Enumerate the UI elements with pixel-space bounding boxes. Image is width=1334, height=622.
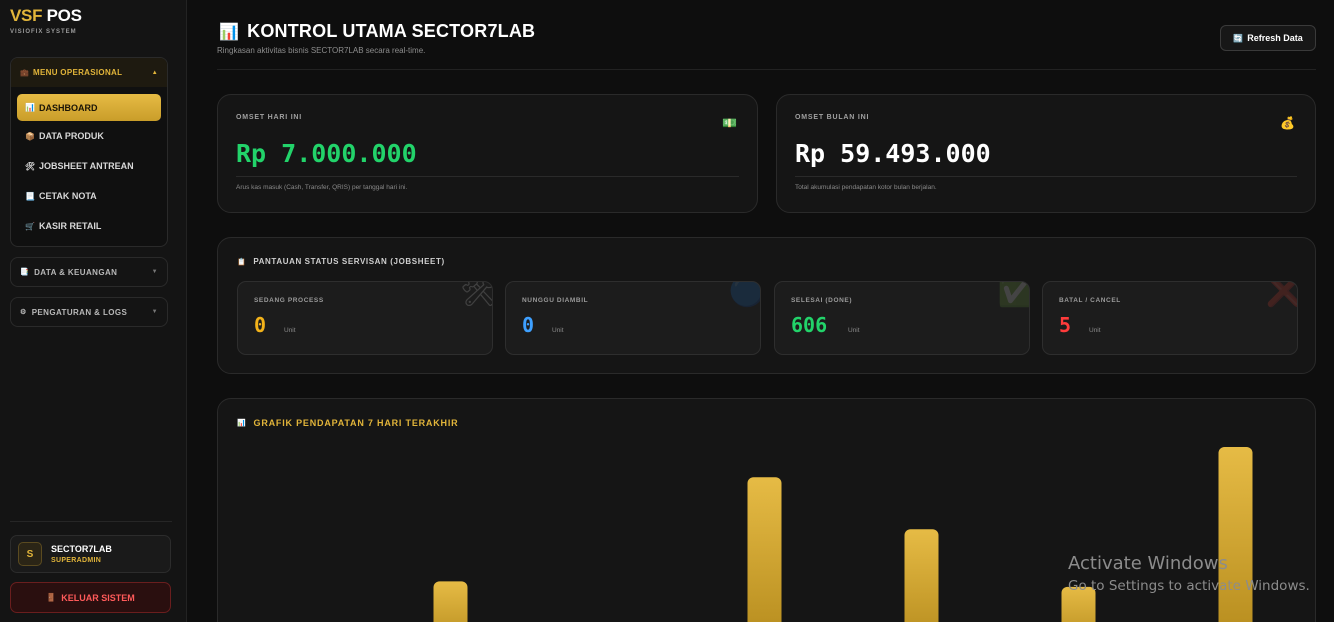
omset-bulan-label: OMSET BULAN INI [795, 114, 870, 121]
check-icon: ✅ [998, 282, 1029, 309]
omset-hari-value: Rp 7.000.000 [236, 139, 417, 168]
sidebar-item-dashboard[interactable]: 📊 DASHBOARD [17, 94, 161, 121]
money-icon: 💵 [722, 116, 737, 130]
sidebar-item-label: JOBSHEET ANTREAN [39, 161, 134, 171]
menu-operasional-group: 💼 MENU OPERASIONAL ▲ 📊 DASHBOARD 📦 DATA … [10, 57, 168, 247]
divider [236, 176, 739, 177]
status-batal[interactable]: ❌ BATAL / CANCEL 5 Unit [1042, 281, 1298, 355]
omset-hari-note: Arus kas masuk (Cash, Transfer, QRIS) pe… [236, 184, 408, 191]
status-value: 606 [791, 313, 828, 337]
brand-title-rest: POS [46, 6, 82, 25]
menu-operasional-label: MENU OPERASIONAL [33, 68, 123, 77]
avatar: S [18, 542, 42, 566]
omset-bulan-card: OMSET BULAN INI 💰 Rp 59.493.000 Total ak… [776, 94, 1316, 213]
user-card: S SECTOR7LAB SUPERADMIN [10, 535, 171, 573]
activate-windows-subtitle: Go to Settings to activate Windows. [1068, 578, 1310, 594]
sidebar-item-data-produk[interactable]: 📦 DATA PRODUK [11, 121, 167, 151]
user-role: SUPERADMIN [51, 557, 102, 564]
sidebar-item-jobsheet-antrean[interactable]: 🛠 JOBSHEET ANTREAN [11, 151, 167, 181]
sidebar-item-label: DASHBOARD [39, 102, 98, 113]
refresh-label: Refresh Data [1247, 33, 1303, 43]
sidebar-item-kasir-retail[interactable]: 🛒 KASIR RETAIL [11, 211, 167, 241]
menu-data-keuangan-label: DATA & KEUANGAN [34, 267, 118, 277]
status-sedang-process[interactable]: 🛠 SEDANG PROCESS 0 Unit [237, 281, 493, 355]
chart-bar [433, 581, 468, 622]
status-label: NUNGGU DIAMBIL [522, 297, 589, 304]
chevron-down-icon: ▼ [151, 269, 158, 275]
omset-hari-card: OMSET HARI INI 💵 Rp 7.000.000 Arus kas m… [217, 94, 758, 213]
status-label: BATAL / CANCEL [1059, 297, 1121, 304]
box-icon: 📦 [25, 131, 35, 141]
status-unit: Unit [552, 327, 564, 334]
tools-icon: 🛠 [460, 282, 492, 309]
user-name: SECTOR7LAB [51, 544, 112, 554]
status-jobsheet-card: 📋 PANTAUAN STATUS SERVISAN (JOBSHEET) 🛠 … [217, 237, 1316, 374]
logout-button[interactable]: 🚪 KELUAR SISTEM [10, 582, 171, 613]
menu-operasional-toggle[interactable]: 💼 MENU OPERASIONAL ▲ [11, 58, 167, 87]
page-header: 📊 KONTROL UTAMA SECTOR7LAB Ringkasan akt… [217, 0, 1316, 70]
sidebar-item-label: KASIR RETAIL [39, 221, 102, 231]
status-unit: Unit [1089, 327, 1101, 334]
page-subtitle: Ringkasan aktivitas bisnis SECTOR7LAB se… [217, 46, 426, 55]
clock-icon: 🔵 [729, 282, 760, 309]
tools-icon: 🛠 [25, 161, 36, 171]
logout-label: KELUAR SISTEM [61, 592, 135, 603]
brand: VSF POS VISIOFIX SYSTEM [10, 6, 82, 35]
cancel-icon: ❌ [1266, 282, 1297, 309]
briefcase-icon: 💼 [20, 69, 30, 77]
sidebar: VSF POS VISIOFIX SYSTEM 💼 MENU OPERASION… [0, 0, 187, 622]
activate-windows-title: Activate Windows [1068, 553, 1228, 574]
status-value: 5 [1059, 313, 1072, 337]
status-value: 0 [522, 313, 535, 337]
refresh-data-button[interactable]: 🔄 Refresh Data [1220, 25, 1316, 51]
chart-bar [904, 529, 939, 622]
clipboard-icon: 📋 [237, 258, 247, 266]
status-nunggu-diambil[interactable]: 🔵 NUNGGU DIAMBIL 0 Unit [505, 281, 761, 355]
status-unit: Unit [848, 327, 860, 334]
status-label: SELESAI (DONE) [791, 297, 853, 304]
chevron-up-icon: ▲ [151, 69, 158, 76]
gear-icon: ⚙ [20, 309, 27, 316]
divider [795, 176, 1297, 177]
door-icon: 🚪 [46, 593, 57, 602]
status-value: 0 [254, 313, 267, 337]
finance-icon: 📑 [20, 269, 30, 276]
omset-bulan-value: Rp 59.493.000 [795, 139, 991, 168]
cart-icon: 🛒 [25, 221, 35, 231]
status-title-text: PANTAUAN STATUS SERVISAN (JOBSHEET) [253, 257, 445, 266]
chart-bar [1218, 447, 1253, 622]
receipt-icon: 📃 [25, 191, 35, 201]
brand-title-gold: VSF [10, 6, 43, 25]
page-title-text: KONTROL UTAMA SECTOR7LAB [247, 21, 536, 41]
sidebar-divider [10, 521, 172, 522]
chart-icon: 📊 [25, 103, 35, 112]
status-unit: Unit [284, 327, 296, 334]
menu-pengaturan-label: PENGATURAN & LOGS [31, 307, 128, 317]
chart-icon: 📊 [219, 23, 240, 41]
page-title: 📊 KONTROL UTAMA SECTOR7LAB [219, 21, 535, 42]
omset-hari-label: OMSET HARI INI [236, 114, 303, 121]
sidebar-item-label: DATA PRODUK [39, 131, 104, 141]
menu-data-keuangan-toggle[interactable]: 📑 DATA & KEUANGAN ▼ [10, 257, 168, 287]
sidebar-item-cetak-nota[interactable]: 📃 CETAK NOTA [11, 181, 167, 211]
menu-pengaturan-toggle[interactable]: ⚙ PENGATURAN & LOGS ▼ [10, 297, 168, 327]
money-bag-icon: 💰 [1280, 116, 1295, 130]
brand-subtitle: VISIOFIX SYSTEM [10, 29, 77, 35]
brand-title: VSF POS [10, 6, 82, 26]
status-label: SEDANG PROCESS [254, 297, 324, 304]
chevron-down-icon: ▼ [151, 309, 158, 315]
sidebar-item-label: CETAK NOTA [39, 191, 97, 201]
refresh-icon: 🔄 [1233, 33, 1244, 43]
status-title: 📋 PANTAUAN STATUS SERVISAN (JOBSHEET) [237, 257, 445, 266]
status-selesai[interactable]: ✅ SELESAI (DONE) 606 Unit [774, 281, 1030, 355]
omset-bulan-note: Total akumulasi pendapatan kotor bulan b… [795, 184, 937, 191]
chart-bar [747, 477, 782, 622]
